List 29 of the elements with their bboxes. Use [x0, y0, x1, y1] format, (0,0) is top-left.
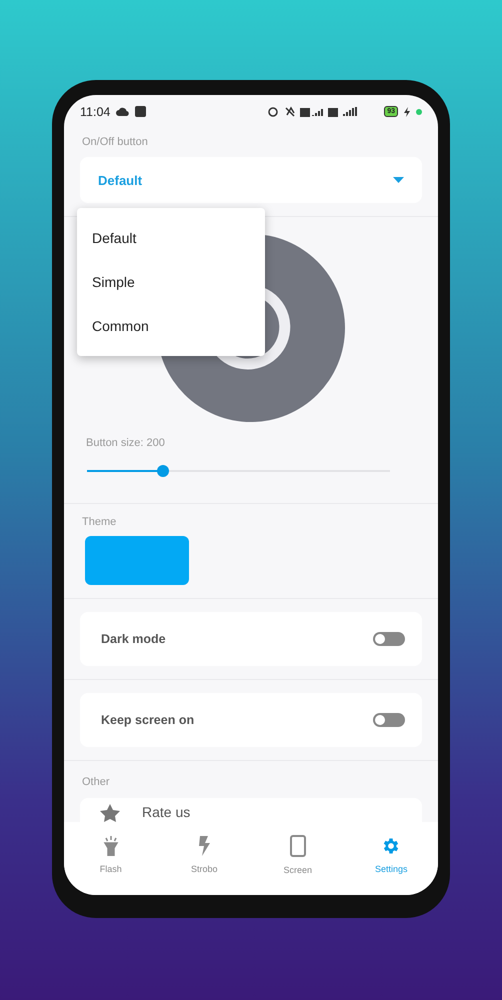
flashlight-icon	[102, 836, 119, 856]
slider-label: Button size: 200	[85, 436, 166, 449]
lightning-icon	[198, 836, 210, 856]
menu-item[interactable]: Common	[77, 304, 265, 348]
dropdown-arrow-icon	[393, 177, 404, 183]
status-dot	[416, 108, 422, 114]
status-time: 11:04	[80, 104, 110, 118]
nav-tab[interactable]: Flash	[64, 822, 158, 895]
setting-label: Keep screen on	[101, 713, 194, 727]
menu-item[interactable]: Simple	[77, 260, 265, 304]
slider-thumb[interactable]	[156, 465, 169, 477]
cloud-icon	[116, 107, 130, 116]
toggle-switch[interactable]	[373, 632, 405, 646]
app-icon	[135, 106, 146, 117]
theme-color-swatch[interactable]	[85, 536, 189, 585]
dropdown[interactable]: Default	[80, 157, 422, 203]
toggle-switch[interactable]	[373, 713, 405, 727]
nav-tab[interactable]: Settings	[344, 822, 438, 895]
nav-tab[interactable]: Strobo	[158, 822, 251, 895]
section-label: Theme	[81, 515, 118, 528]
rate-us-link[interactable]: Rate us	[142, 804, 190, 820]
section-label: Other	[81, 775, 111, 788]
menu-item[interactable]: Default	[77, 216, 265, 260]
section-label: On/Off button	[81, 135, 149, 148]
phone-icon	[290, 834, 306, 856]
setting-label: Dark mode	[101, 632, 166, 646]
charging-icon	[404, 106, 410, 116]
star-icon	[100, 804, 120, 822]
nav-tab[interactable]: Screen	[251, 822, 344, 895]
